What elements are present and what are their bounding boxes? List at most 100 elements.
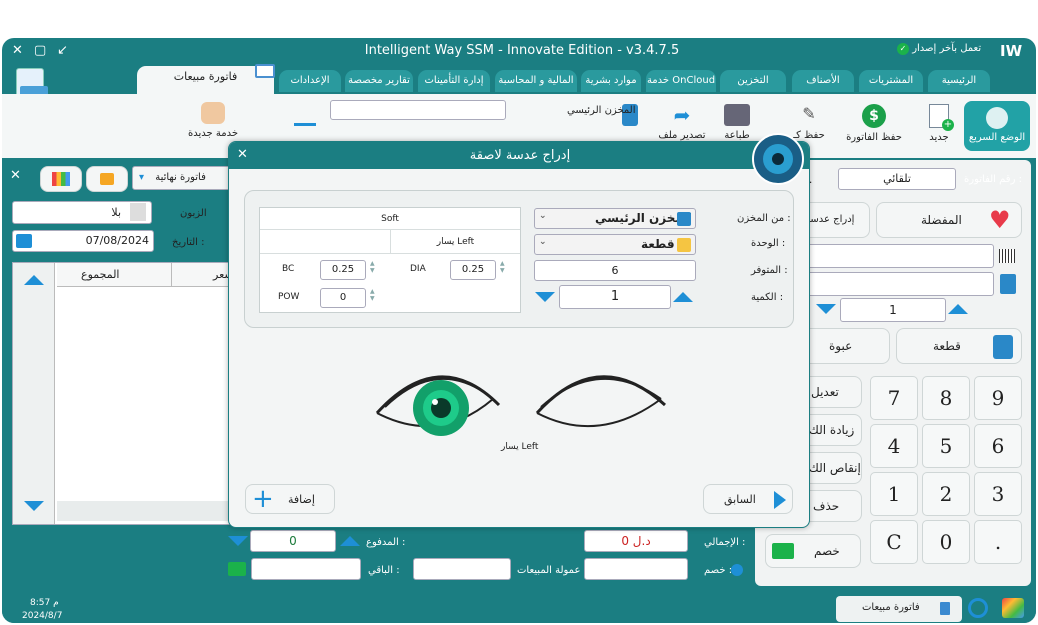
key-1[interactable]: 1 [870, 472, 918, 516]
insert-lens-button[interactable]: إدراج عدسة [802, 202, 870, 238]
percent-icon[interactable] [228, 562, 246, 576]
dia-spin-icon[interactable]: ▲ ▼ [500, 260, 505, 274]
add-button[interactable]: + إضافة [245, 484, 335, 514]
minus-icon[interactable] [294, 123, 316, 126]
commission-field[interactable] [413, 558, 511, 580]
unit-select[interactable]: ⌄ قطعة [534, 234, 696, 255]
tab-settings[interactable]: الإعدادات [279, 70, 341, 92]
package-button[interactable]: عبوة [802, 328, 890, 364]
piece-button[interactable]: قطعة [896, 328, 1022, 364]
tab-reports[interactable]: تقارير مخصصة [345, 70, 413, 92]
discount-button[interactable]: خصم [765, 534, 861, 568]
cart-icon [253, 60, 275, 80]
print-button[interactable]: طباعة [715, 104, 759, 141]
customer-doc-icon[interactable] [130, 203, 146, 221]
chart-icon[interactable] [40, 166, 82, 192]
tab-storage[interactable]: التخزين [720, 70, 786, 92]
tab-items[interactable]: الأصناف [792, 70, 854, 92]
key-clear[interactable]: C [870, 520, 918, 564]
pencil-icon: ✎ [802, 104, 816, 123]
quantity-up-button[interactable] [673, 292, 695, 306]
key-7[interactable]: 7 [870, 376, 918, 420]
scroll-up-icon[interactable] [24, 275, 44, 285]
info-icon [731, 564, 743, 576]
warehouse-select[interactable]: ⌄ المخزن الرئيسي [534, 208, 696, 229]
unit-label: الوحدة : [751, 238, 786, 249]
tab-oncloud[interactable]: خدمة OnCloud [646, 70, 716, 92]
key-5[interactable]: 5 [922, 424, 970, 468]
quantity-field[interactable]: 1 [559, 285, 671, 309]
table-header: المجموع سعر [57, 263, 234, 287]
restore-icon[interactable]: ▢ [34, 43, 46, 58]
item-search-field[interactable] [802, 244, 994, 268]
qty-field[interactable]: 1 [840, 298, 946, 322]
plus-icon: + [252, 484, 274, 514]
palette-icon[interactable] [1002, 598, 1024, 618]
save-as-button[interactable]: ✎ حفظ كـ [786, 104, 832, 141]
remaining-field[interactable] [251, 558, 361, 580]
qty-up-button[interactable] [948, 304, 970, 318]
qty-down-button[interactable] [816, 304, 838, 318]
lens-type: Soft [260, 208, 520, 230]
tab-finance[interactable]: المالية و المحاسبة [495, 70, 577, 92]
barcode-icon[interactable] [999, 249, 1015, 263]
quick-mode-button[interactable]: الوضع السريع [964, 101, 1030, 151]
key-6[interactable]: 6 [974, 424, 1022, 468]
invoice-number-field: تلقائي [838, 168, 956, 190]
clock-time: 8:57 م [30, 598, 59, 608]
key-0[interactable]: 0 [922, 520, 970, 564]
prev-button[interactable]: السابق [703, 484, 793, 514]
clock-date: 2024/8/7 [22, 611, 63, 621]
date-field[interactable]: 07/08/2024 [12, 230, 154, 252]
search-icon[interactable] [968, 598, 988, 618]
minimize-icon[interactable]: ↙ [57, 43, 68, 58]
close-icon[interactable]: ✕ [12, 43, 23, 58]
pow-input[interactable]: 0 [320, 288, 366, 308]
note-icon[interactable] [1000, 274, 1016, 294]
dialog-close-icon[interactable]: ✕ [237, 147, 248, 162]
key-2[interactable]: 2 [922, 472, 970, 516]
invoice-small-icon [940, 602, 950, 615]
scroll-down-icon[interactable] [24, 501, 44, 511]
key-9[interactable]: 9 [974, 376, 1022, 420]
dia-input[interactable]: 0.25 [450, 260, 496, 280]
new-button[interactable]: + جديد [919, 104, 959, 143]
tab-purchases[interactable]: المشتريات [859, 70, 923, 92]
status-bar: 8:57 م 2024/8/7 فاتورة مبيعات [2, 588, 1036, 623]
commission-label: عمولة المبيعات : [517, 565, 587, 576]
close-invoice-icon[interactable]: ✕ [10, 168, 28, 186]
calendar-icon[interactable] [16, 234, 32, 248]
service-hand-icon [201, 102, 225, 124]
paid-up-button[interactable] [339, 532, 361, 550]
bc-spin-icon[interactable]: ▲ ▼ [370, 260, 375, 274]
tab-hr[interactable]: موارد بشرية [581, 70, 641, 92]
customer-label: الزبون [180, 208, 207, 219]
key-dot[interactable]: . [974, 520, 1022, 564]
tab-home[interactable]: الرئيسية [928, 70, 990, 92]
eyes-illustration [375, 375, 667, 436]
key-8[interactable]: 8 [922, 376, 970, 420]
key-4[interactable]: 4 [870, 424, 918, 468]
barcode-input[interactable] [330, 100, 506, 120]
bc-input[interactable]: 0.25 [320, 260, 366, 280]
table-hscroll[interactable] [57, 501, 231, 521]
new-service-button[interactable]: خدمة جديدة [180, 102, 246, 139]
export-button[interactable]: ➦ تصدير ملف [657, 104, 707, 141]
item-name-field[interactable] [802, 272, 994, 296]
tab-insurance[interactable]: إدارة التأمينات [418, 70, 490, 92]
favorite-button[interactable]: ♥ المفضلة [876, 202, 1022, 238]
paid-down-button[interactable] [227, 532, 249, 550]
warehouse-icon [677, 212, 691, 226]
discount-label: خصم : [704, 565, 733, 576]
paid-field[interactable]: 0 [250, 530, 336, 552]
pow-spin-icon[interactable]: ▲ ▼ [370, 288, 375, 302]
key-3[interactable]: 3 [974, 472, 1022, 516]
invoice-type-select[interactable]: ▾ فاتورة نهائية [132, 166, 236, 190]
lens-logo-icon [752, 133, 804, 185]
taskbar-item-invoice[interactable]: فاتورة مبيعات [836, 596, 962, 622]
table-scrollbar[interactable] [13, 263, 55, 524]
discount-field[interactable] [584, 558, 688, 580]
save-invoice-button[interactable]: $ حفظ الفاتورة [842, 104, 906, 143]
lock-icon[interactable] [86, 166, 128, 192]
quantity-down-button[interactable] [535, 292, 557, 306]
